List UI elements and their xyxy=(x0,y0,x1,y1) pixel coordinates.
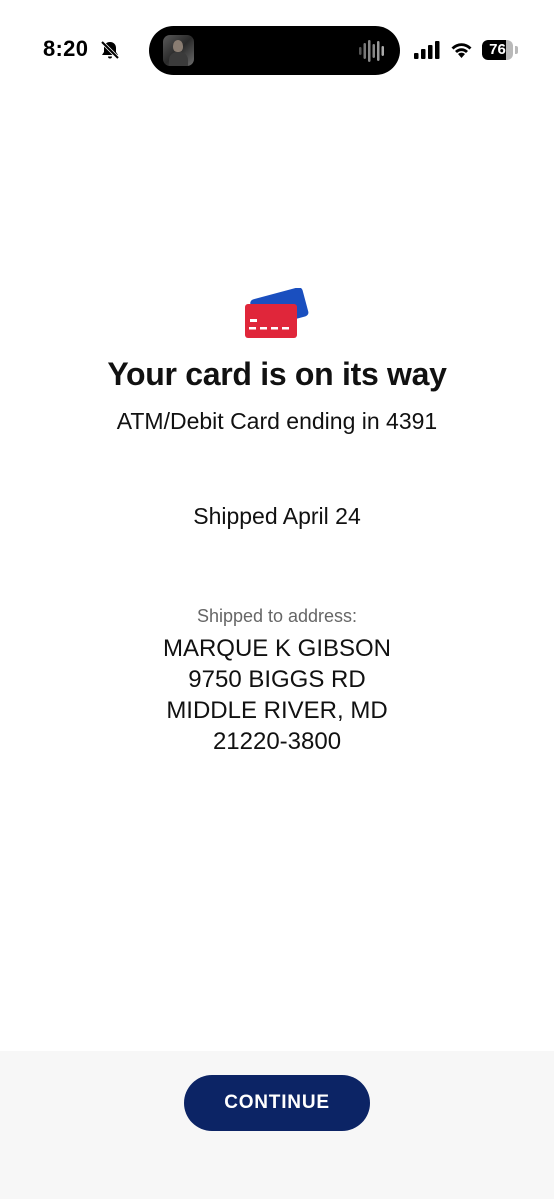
address-street: 9750 BIGGS RD xyxy=(188,666,366,693)
shipping-address: MARQUE K GIBSON 9750 BIGGS RD MIDDLE RIV… xyxy=(0,633,554,757)
signal-icon xyxy=(414,41,440,59)
battery-level: 76 xyxy=(489,41,506,58)
battery-nub xyxy=(515,46,518,54)
address-city-state: MIDDLE RIVER, MD xyxy=(166,697,388,724)
wifi-icon xyxy=(451,43,472,58)
status-time: 8:20 xyxy=(43,36,89,61)
audio-waveform-icon xyxy=(359,40,384,62)
bell-slash-icon xyxy=(100,40,120,60)
status-bar: 8:20 76 xyxy=(0,0,554,100)
card-description: ATM/Debit Card ending in 4391 xyxy=(116,408,438,434)
continue-button[interactable]: CONTINUE xyxy=(184,1075,370,1131)
address-label: Shipped to address: xyxy=(196,606,358,626)
dynamic-island[interactable] xyxy=(149,26,400,75)
address-zip: 21220-3800 xyxy=(212,728,342,755)
address-name: MARQUE K GIBSON xyxy=(162,635,392,662)
card-icon xyxy=(245,288,309,338)
shipped-date: Shipped April 24 xyxy=(193,503,361,529)
footer: CONTINUE xyxy=(0,1051,554,1199)
page-title: Your card is on its way xyxy=(107,356,447,392)
battery-icon: 76 xyxy=(482,40,513,60)
now-playing-art[interactable] xyxy=(163,35,194,66)
